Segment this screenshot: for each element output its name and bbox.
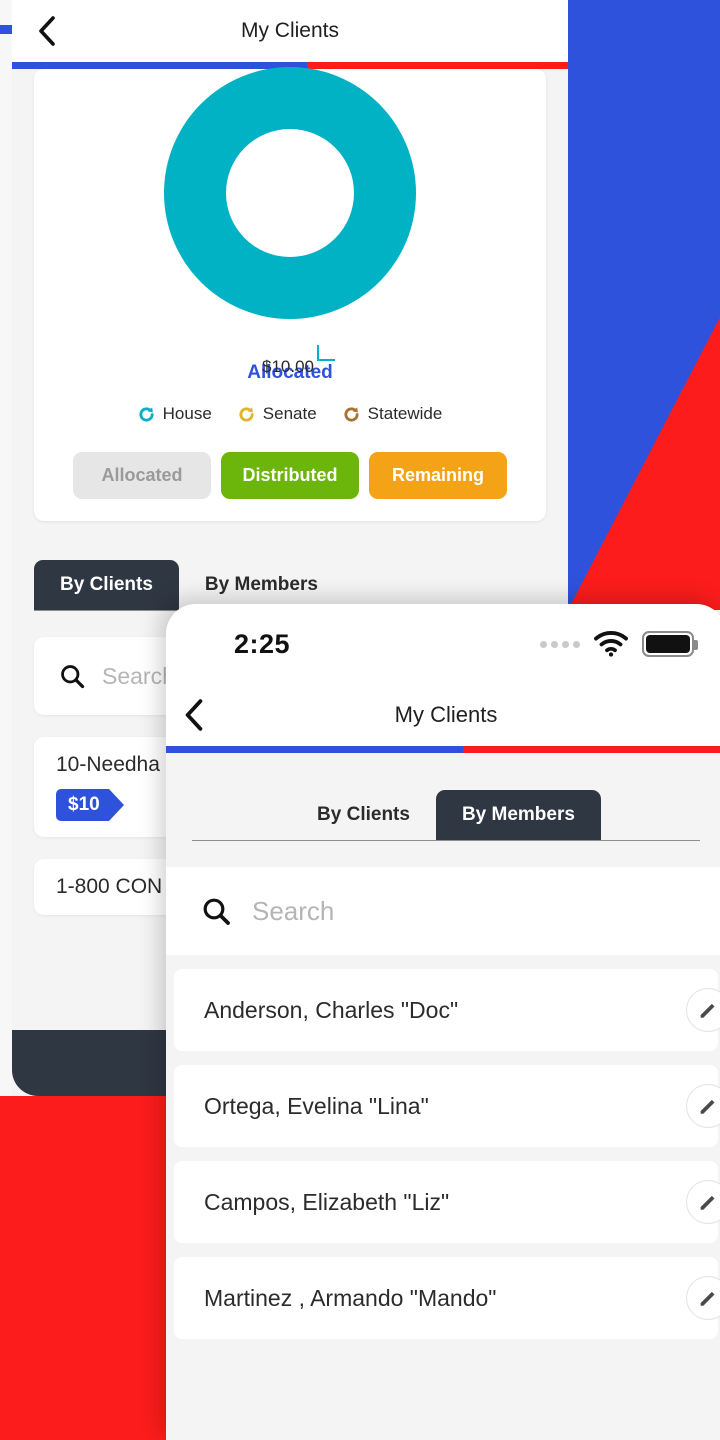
filter-remaining-button[interactable]: Remaining [369,452,507,499]
wifi-icon [594,631,628,657]
donut-chart-ring [164,66,416,319]
chart-legend: House Senate Statewide [34,404,546,424]
tab-by-members[interactable]: By Members [179,560,344,610]
status-bar-indicators [540,631,698,657]
filter-distributed-button[interactable]: Distributed [221,452,359,499]
member-name: Anderson, Charles "Doc" [204,996,459,1023]
status-bar: 2:25 [166,604,720,684]
allocation-summary-card: $10.00 Allocated House Senate Statewide … [34,66,546,521]
edit-pencil-icon [700,1291,715,1306]
battery-icon [642,631,698,657]
search-placeholder: Search [252,895,335,926]
accent-bar-blue [12,62,307,69]
member-name: Campos, Elizabeth "Liz" [204,1188,450,1215]
background-red-lower [0,1096,168,1440]
background-left-strip [0,0,12,1096]
front-window-accent-bar [166,746,720,753]
legend-item-house: House [138,404,212,424]
chevron-left-icon [185,699,203,731]
member-search-field[interactable]: Search [166,867,720,955]
edit-icon[interactable] [686,1084,720,1128]
legend-label: House [162,404,212,423]
back-button[interactable] [172,693,216,737]
refresh-circle-icon [344,406,359,422]
member-list-item[interactable]: Ortega, Evelina "Lina" [174,1065,720,1147]
member-list-item[interactable]: Martinez , Armando "Mando" [174,1257,720,1339]
client-amount-badge: $10 [56,789,124,821]
edit-pencil-icon [700,1099,715,1114]
chevron-left-icon [39,16,55,46]
back-window-navbar: My Clients [12,0,568,62]
member-list-item[interactable]: Anderson, Charles "Doc" [174,969,720,1051]
refresh-circle-icon [239,406,254,422]
tab-by-members[interactable]: By Members [435,790,601,840]
window-my-clients-front: 2:25 My Clients By Clients By Members Se… [166,604,720,1440]
search-icon [61,665,85,689]
edit-pencil-icon [700,1003,715,1018]
search-placeholder: Search [102,662,175,689]
member-list: Anderson, Charles "Doc" Ortega, Evelina … [166,969,720,1349]
tab-by-clients[interactable]: By Clients [291,790,436,840]
signal-dots-icon [540,640,580,648]
screen-root: My Clients $10.00 Allocated House Senate… [0,0,720,1440]
filter-allocated-button[interactable]: Allocated [73,452,211,499]
search-icon [203,898,230,925]
edit-icon[interactable] [686,1180,720,1224]
donut-leader-line [317,345,335,361]
edit-icon[interactable] [686,988,720,1032]
donut-chart [34,66,546,319]
legend-label: Senate [262,404,317,423]
page-title: My Clients [394,702,498,727]
page-title: My Clients [240,19,340,42]
accent-bar-red [462,746,720,753]
donut-value-label: $10.00 [262,357,314,376]
back-window-tabs: By Clients By Members [34,555,546,611]
member-list-item[interactable]: Campos, Elizabeth "Liz" [174,1161,720,1243]
edit-icon[interactable] [686,1276,720,1320]
front-window-navbar: My Clients [166,684,720,746]
front-window-tabs: By Clients By Members [192,783,700,841]
edit-pencil-icon [700,1195,715,1210]
legend-item-statewide: Statewide [343,404,443,424]
member-name: Martinez , Armando "Mando" [204,1284,497,1311]
legend-item-senate: Senate [238,404,317,424]
back-button[interactable] [30,14,64,48]
refresh-circle-icon [139,406,154,422]
tab-by-clients[interactable]: By Clients [34,560,179,610]
accent-bar-blue [166,746,463,753]
allocation-filter-group: Allocated Distributed Remaining [34,452,546,499]
legend-label: Statewide [367,404,443,423]
status-bar-clock: 2:25 [234,628,291,659]
member-name: Ortega, Evelina "Lina" [204,1092,429,1119]
accent-bar-red [306,62,568,69]
